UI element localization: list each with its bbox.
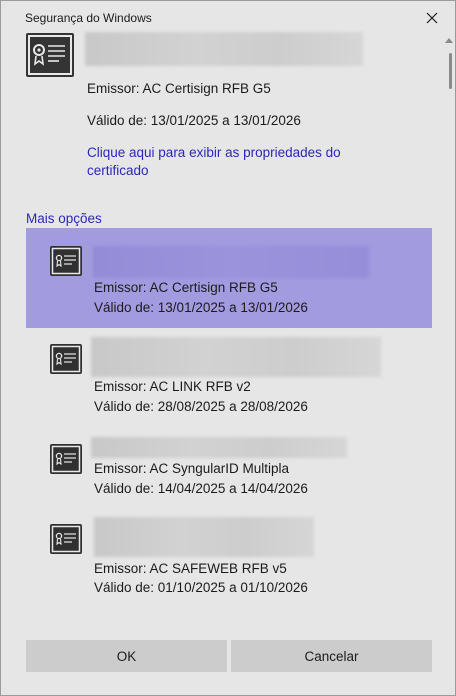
certificate-list-item[interactable]: Emissor: AC SAFEWEB RFB v5 Válido de: 01… [26, 513, 432, 599]
certificate-validity: Válido de: 14/04/2025 a 14/04/2026 [94, 481, 308, 496]
window-title: Segurança do Windows [25, 11, 152, 25]
cancel-button[interactable]: Cancelar [231, 640, 432, 672]
scroll-up-arrow-icon[interactable] [445, 37, 453, 43]
ok-button[interactable]: OK [26, 640, 227, 672]
certificate-issuer: Emissor: AC SAFEWEB RFB v5 [94, 561, 287, 576]
certificate-icon [50, 524, 82, 554]
certificate-validity: Válido de: 01/10/2025 a 01/10/2026 [94, 580, 308, 595]
certificate-icon [50, 246, 82, 276]
redacted-certificate-name [91, 437, 347, 458]
more-options-link[interactable]: Mais opções [26, 211, 102, 226]
certificate-validity: Válido de: 28/08/2025 a 28/08/2026 [94, 399, 308, 414]
certificate-icon [50, 344, 82, 374]
certificate-issuer: Emissor: AC LINK RFB v2 [94, 379, 251, 394]
certificate-list-item[interactable]: Emissor: AC Certisign RFB G5 Válido de: … [26, 228, 432, 328]
close-icon [426, 12, 438, 24]
certificate-icon [50, 444, 82, 474]
redacted-certificate-name [93, 246, 369, 278]
main-validity: Válido de: 13/01/2025 a 13/01/2026 [87, 113, 301, 128]
scrollbar-thumb[interactable] [449, 53, 452, 89]
main-issuer: Emissor: AC Certisign RFB G5 [87, 81, 271, 96]
certificate-icon [26, 33, 74, 77]
certificate-issuer: Emissor: AC SyngularID Multipla [94, 461, 290, 476]
certificate-issuer: Emissor: AC Certisign RFB G5 [94, 280, 278, 295]
security-dialog: Segurança do Windows Emissor: AC Certisi… [0, 0, 456, 696]
certificate-validity: Válido de: 13/01/2025 a 13/01/2026 [94, 300, 308, 315]
redacted-certificate-name [85, 32, 363, 66]
certificate-properties-link[interactable]: Clique aqui para exibir as propriedades … [87, 144, 377, 180]
certificate-list-item[interactable]: Emissor: AC LINK RFB v2 Válido de: 28/08… [26, 334, 432, 424]
certificate-list-item[interactable]: Emissor: AC SyngularID Multipla Válido d… [26, 431, 432, 503]
title-bar: Segurança do Windows [1, 1, 455, 33]
redacted-certificate-name [94, 517, 314, 557]
close-button[interactable] [419, 6, 445, 30]
redacted-certificate-name [91, 337, 381, 377]
